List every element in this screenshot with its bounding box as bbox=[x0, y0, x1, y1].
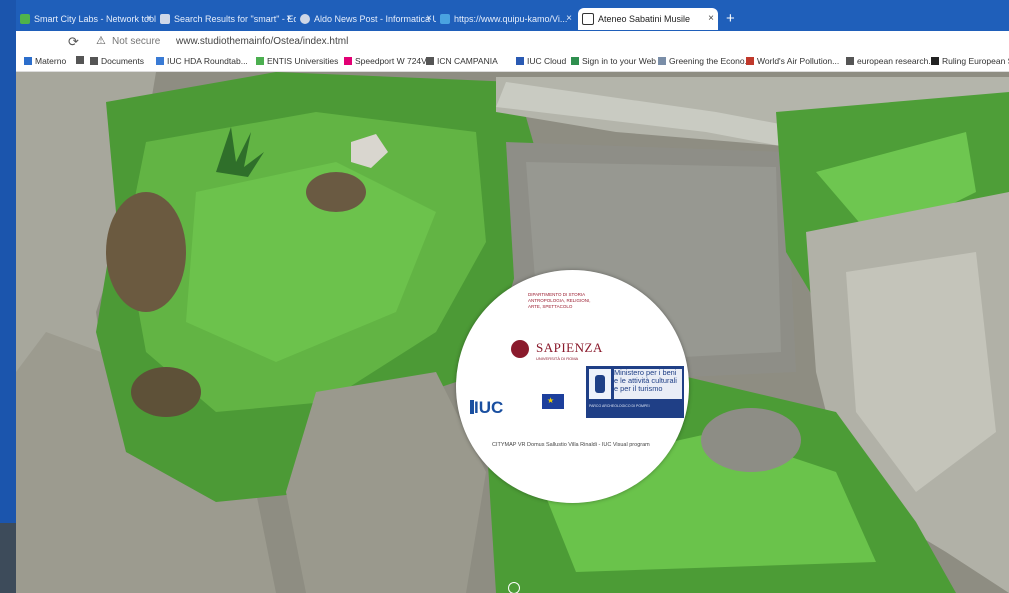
bookmark-item[interactable]: IUC HDA Roundtab... bbox=[156, 56, 248, 66]
disc-caption: CITYMAP VR Domus Sallustio Villa Rinaldi… bbox=[492, 442, 650, 448]
bookmark-label: Ruling European Stu... bbox=[942, 56, 1009, 66]
bookmark-label: World's Air Pollution... bbox=[757, 56, 840, 66]
green-icon bbox=[256, 57, 264, 65]
sapienza-subtitle: UNIVERSITÀ DI ROMA bbox=[536, 356, 579, 361]
not-secure-icon[interactable]: ⚠ bbox=[96, 34, 106, 47]
link-icon bbox=[658, 57, 666, 65]
logo-disc[interactable]: DIPARTIMENTO DI STORIA ANTROPOLOGIA, REL… bbox=[456, 270, 689, 503]
taskbar-stripe bbox=[0, 523, 16, 593]
map-icon bbox=[746, 57, 754, 65]
page-icon bbox=[846, 57, 854, 65]
tab-title: Aldo News Post - Informatica Uni... bbox=[314, 14, 436, 24]
bookmark-item[interactable]: Ruling European Stu... bbox=[931, 56, 1009, 66]
tab-title: Smart City Labs - Network tools t... bbox=[34, 14, 156, 24]
sapienza-dept-line-3: ARTE, SPETTACOLO bbox=[528, 304, 573, 309]
eu-star: ★ bbox=[547, 396, 555, 405]
bookmark-item[interactable] bbox=[76, 56, 87, 64]
url-input[interactable]: www.studiothemainfo/Ostea/index.html bbox=[176, 36, 348, 47]
page-icon bbox=[24, 57, 32, 65]
telekom-icon bbox=[344, 57, 352, 65]
cursor-ring-icon bbox=[508, 582, 520, 593]
bookmark-item[interactable]: Greening the Econo... bbox=[658, 56, 752, 66]
bookmark-label: IUC HDA Roundtab... bbox=[167, 56, 248, 66]
tab-close-icon[interactable]: × bbox=[146, 13, 152, 24]
bookmark-item[interactable]: Speedport W 724V bbox=[344, 56, 427, 66]
bookmarks-bar: Materno Documents IUC HDA Roundtab... ENTIS… bbox=[16, 53, 1009, 72]
page-icon bbox=[90, 57, 98, 65]
bookmark-label: ENTIS Universities bbox=[267, 56, 339, 66]
iuc-logo-text: IUC bbox=[474, 398, 504, 417]
tab-close-icon[interactable]: × bbox=[426, 13, 432, 24]
bookmark-item[interactable]: World's Air Pollution... bbox=[746, 56, 839, 66]
bookmark-label: Greening the Econo... bbox=[669, 56, 752, 66]
bookmark-item[interactable]: Sign in to your Web bbox=[571, 56, 656, 66]
bookmark-label: Sign in to your Web bbox=[582, 56, 657, 66]
mibac-emblem-icon bbox=[589, 369, 611, 399]
window-frame-left bbox=[0, 0, 16, 593]
globe-icon bbox=[156, 57, 164, 65]
address-bar: ⟳ ⚠ Not secure www.studiothemainfo/Ostea… bbox=[16, 31, 1009, 53]
bookmark-item[interactable]: Materno bbox=[24, 56, 66, 66]
mibac-text: Ministero per i beni e le attività cultu… bbox=[614, 369, 682, 399]
tab-favicon-icon bbox=[20, 14, 30, 24]
tab-favicon-icon bbox=[440, 14, 450, 24]
tab-3[interactable]: Aldo News Post - Informatica Uni... × bbox=[296, 8, 436, 30]
bookmark-item[interactable]: european research... bbox=[846, 56, 935, 66]
mibac-logo: Ministero per i beni e le attività cultu… bbox=[586, 366, 684, 418]
tab-title: https://www.quipu-kamo/Vi... bbox=[454, 14, 568, 24]
cloud-icon bbox=[516, 57, 524, 65]
tab-strip: Smart City Labs - Network tools t... × S… bbox=[16, 0, 1009, 32]
tab-favicon-icon bbox=[300, 14, 310, 24]
bookmark-item[interactable]: IUC Cloud bbox=[516, 56, 566, 66]
tab-title: Search Results for "smart" - Edu... bbox=[174, 14, 296, 24]
tab-5-active[interactable]: Ateneo Sabatini Musile × bbox=[578, 8, 718, 30]
tab-close-icon[interactable]: × bbox=[286, 13, 292, 24]
bookmark-label: Speedport W 724V bbox=[355, 56, 427, 66]
reload-icon[interactable]: ⟳ bbox=[68, 34, 79, 50]
not-secure-label[interactable]: Not secure bbox=[112, 36, 160, 47]
page-icon bbox=[426, 57, 434, 65]
tab-favicon-icon bbox=[582, 13, 594, 25]
tab-2[interactable]: Search Results for "smart" - Edu... × bbox=[156, 8, 296, 30]
bookmark-label: Materno bbox=[35, 56, 67, 66]
tab-close-icon[interactable]: × bbox=[708, 13, 714, 24]
sapienza-logo-text: SAPIENZA bbox=[536, 340, 603, 355]
new-tab-button[interactable]: + bbox=[726, 10, 735, 27]
tab-4[interactable]: https://www.quipu-kamo/Vi... × bbox=[436, 8, 576, 30]
tab-close-icon[interactable]: × bbox=[566, 13, 572, 24]
bookmark-item[interactable]: ENTIS Universities bbox=[256, 56, 338, 66]
bookmark-item[interactable]: Documents bbox=[90, 56, 144, 66]
panorama-viewer[interactable]: DIPARTIMENTO DI STORIA ANTROPOLOGIA, REL… bbox=[16, 72, 1009, 593]
book-icon bbox=[931, 57, 939, 65]
sapienza-emblem-icon bbox=[511, 340, 529, 358]
page-icon bbox=[76, 56, 84, 64]
tab-favicon-icon bbox=[160, 14, 170, 24]
eu-flag-icon: ★ bbox=[542, 394, 564, 409]
sapienza-dept-line-2: ANTROPOLOGIA, RELIGIONI, bbox=[528, 298, 591, 303]
bookmark-label: ICN CAMPANIA bbox=[437, 56, 498, 66]
bookmark-label: european research... bbox=[857, 56, 936, 66]
bookmark-label: IUC Cloud bbox=[527, 56, 567, 66]
tab-title: Ateneo Sabatini Musile bbox=[598, 14, 691, 24]
mibac-footer: PARCO ARCHEOLOGICO DI POMPEI bbox=[589, 404, 650, 408]
sapienza-dept-line-1: DIPARTIMENTO DI STORIA bbox=[528, 292, 586, 297]
globe-icon bbox=[571, 57, 579, 65]
tab-1[interactable]: Smart City Labs - Network tools t... × bbox=[16, 8, 156, 30]
bookmark-item[interactable]: ICN CAMPANIA bbox=[426, 56, 498, 66]
bookmark-label: Documents bbox=[101, 56, 144, 66]
